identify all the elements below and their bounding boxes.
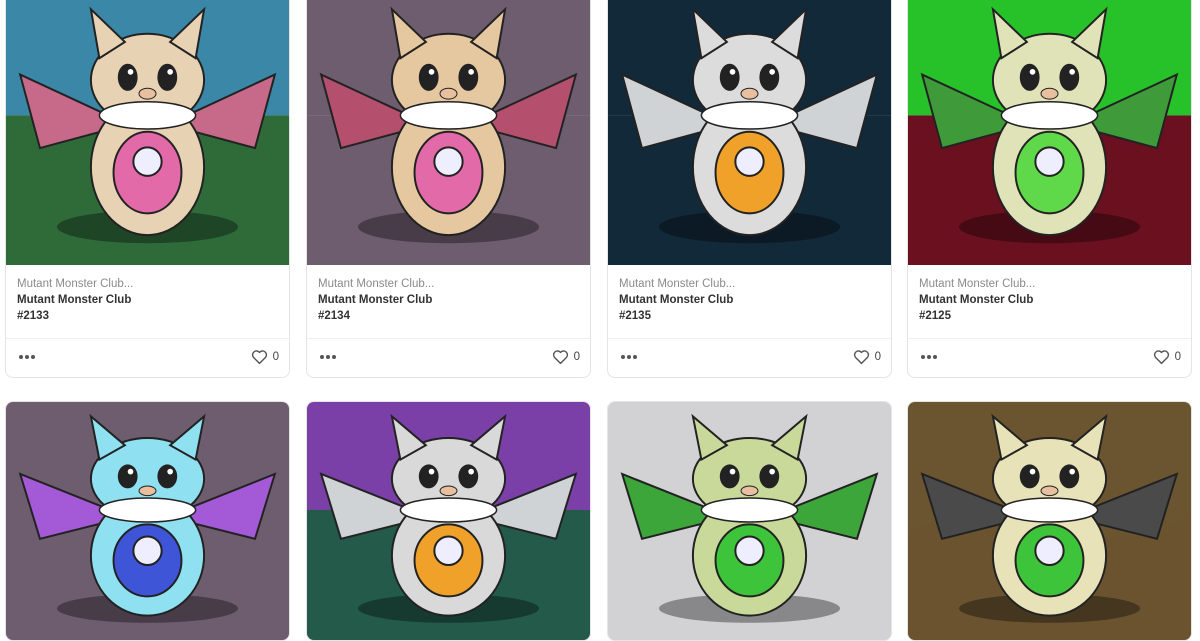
more-dots-icon[interactable]: [620, 350, 638, 362]
monster-avatar-image[interactable]: [307, 0, 590, 265]
nft-card[interactable]: Mutant Monster Club... Mutant Monster Clu…: [607, 0, 892, 378]
heart-icon: [853, 350, 869, 365]
nft-card[interactable]: [607, 401, 892, 641]
heart-icon: [552, 350, 568, 365]
monster-avatar-image[interactable]: [608, 402, 891, 640]
nft-card[interactable]: Mutant Monster Club... Mutant Monster Clu…: [5, 0, 290, 378]
nft-number: #2134: [318, 310, 350, 322]
more-dots-icon[interactable]: [18, 350, 36, 362]
collection-name[interactable]: Mutant Monster Club...: [919, 276, 1181, 292]
heart-icon: [1153, 350, 1169, 365]
collection-name[interactable]: Mutant Monster Club...: [17, 276, 279, 292]
more-dots-icon[interactable]: [920, 350, 938, 362]
collection-name[interactable]: Mutant Monster Club...: [318, 276, 580, 292]
nft-card[interactable]: [306, 401, 591, 641]
nft-card-info: Mutant Monster Club... Mutant Monster Clu…: [318, 276, 580, 324]
monster-avatar-image[interactable]: [908, 402, 1191, 640]
like-button[interactable]: 0: [552, 348, 580, 366]
nft-number: #2135: [619, 310, 651, 322]
like-count: 0: [573, 351, 580, 363]
like-button[interactable]: 0: [1153, 348, 1181, 366]
collection-name[interactable]: Mutant Monster Club...: [619, 276, 881, 292]
nft-title[interactable]: Mutant Monster Club: [619, 292, 881, 308]
like-count: 0: [272, 351, 279, 363]
nft-title[interactable]: Mutant Monster Club: [318, 292, 580, 308]
nft-title[interactable]: Mutant Monster Club: [17, 292, 279, 308]
nft-card[interactable]: [5, 401, 290, 641]
card-footer: 0: [6, 338, 289, 377]
nft-card-info: Mutant Monster Club... Mutant Monster Clu…: [919, 276, 1181, 324]
nft-card-info: Mutant Monster Club... Mutant Monster Clu…: [619, 276, 881, 324]
like-count: 0: [874, 351, 881, 363]
like-count: 0: [1174, 351, 1181, 363]
nft-card[interactable]: Mutant Monster Club... Mutant Monster Clu…: [907, 0, 1192, 378]
nft-card[interactable]: Mutant Monster Club... Mutant Monster Clu…: [306, 0, 591, 378]
heart-icon: [251, 350, 267, 365]
like-button[interactable]: 0: [251, 348, 279, 366]
monster-avatar-image[interactable]: [608, 0, 891, 265]
card-footer: 0: [307, 338, 590, 377]
nft-number: #2133: [17, 310, 49, 322]
more-dots-icon[interactable]: [319, 350, 337, 362]
nft-title[interactable]: Mutant Monster Club: [919, 292, 1181, 308]
card-footer: 0: [908, 338, 1191, 377]
nft-number: #2125: [919, 310, 951, 322]
card-footer: 0: [608, 338, 891, 377]
monster-avatar-image[interactable]: [908, 0, 1191, 265]
monster-avatar-image[interactable]: [307, 402, 590, 640]
monster-avatar-image[interactable]: [6, 402, 289, 640]
nft-card-info: Mutant Monster Club... Mutant Monster Clu…: [17, 276, 279, 324]
nft-card[interactable]: [907, 401, 1192, 641]
monster-avatar-image[interactable]: [6, 0, 289, 265]
like-button[interactable]: 0: [853, 348, 881, 366]
